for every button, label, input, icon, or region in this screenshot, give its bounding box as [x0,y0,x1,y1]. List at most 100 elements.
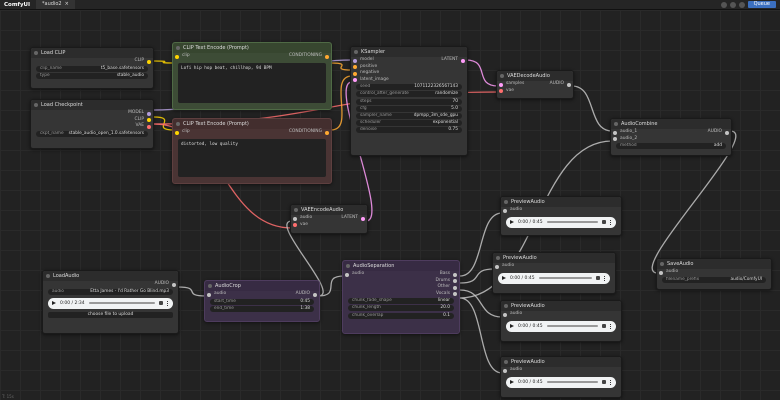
more-icon[interactable] [166,300,170,306]
widget-audio-file[interactable]: audio Etta James - I'd Rather Go Blind.mp… [48,288,173,295]
prompt-textarea[interactable]: Lofi hip hop beat, chillhop, 94 BPM [178,62,326,103]
node-title[interactable]: PreviewAudio [501,357,621,367]
volume-icon[interactable] [158,301,163,306]
node-title[interactable]: VAEDecodeAudio [497,71,573,81]
input-audio[interactable]: audio [493,263,615,270]
node-save-audio[interactable]: SaveAudio audio filename_prefix audio/Com… [656,258,772,290]
node-title[interactable]: PreviewAudio [493,253,615,263]
node-title[interactable]: LoadAudio [43,271,178,281]
more-icon[interactable] [603,275,607,281]
widget-seed[interactable]: seed 1071122326567143 [356,84,462,91]
prompt-textarea[interactable]: distorted, low quality [178,138,326,177]
node-title[interactable]: AudioCrop [205,281,319,291]
seek-bar[interactable] [88,302,155,304]
widget-denoise[interactable]: denoise 0.75 [356,127,462,134]
input-audio[interactable]: audio [501,367,621,374]
widget-end-time[interactable]: end_time 1:38 [210,305,314,312]
play-icon[interactable] [510,324,514,328]
audio-player[interactable]: 0:00 / 0:45 [498,272,610,284]
input-audio-2[interactable]: audio_2 [611,136,731,143]
input-audio[interactable]: audio [657,269,771,276]
widget-filename-prefix[interactable]: filename_prefix audio/ComfyUI [662,276,766,283]
widget-start-time[interactable]: start_time 0:45 [210,298,314,305]
widget-ckpt-name[interactable]: ckpt_name stable_audio_open_1.0.safetenso… [36,130,148,137]
node-audio-crop[interactable]: AudioCrop audio AUDIO start_time 0:45 end_… [204,280,320,322]
widget-chunk-fade-shape[interactable]: chunk_fade_shape linear [348,298,454,305]
widget-sampler-name[interactable]: sampler_name dpmpp_3m_sde_gpu [356,112,462,119]
widget-chunk-overlap[interactable]: chunk_overlap 0.1 [348,312,454,319]
widget-type[interactable]: type stable_audio [36,72,148,79]
seek-bar[interactable] [538,277,592,279]
input-clip[interactable]: clip CONDITIONING [173,53,331,60]
input-audio[interactable]: audio AUDIO [205,291,319,298]
node-title[interactable]: PreviewAudio [501,301,621,311]
volume-icon[interactable] [601,220,606,224]
volume-icon[interactable] [601,380,606,384]
node-title[interactable]: Load Checkpoint [31,100,153,110]
output-audio[interactable]: AUDIO [43,281,178,288]
play-icon[interactable] [510,380,514,384]
play-icon[interactable] [502,276,506,280]
node-load-checkpoint[interactable]: Load Checkpoint MODEL CLIP VAE ckpt_name… [30,99,154,149]
node-title[interactable]: AudioSeparation [343,261,459,271]
upload-button[interactable]: choose file to upload [48,311,173,318]
node-clip-text-encode-positive[interactable]: CLIP Text Encode (Prompt) clip CONDITIONI… [172,42,332,110]
input-vae[interactable]: vae [497,88,573,95]
more-icon[interactable] [609,379,613,385]
node-preview-audio-4[interactable]: PreviewAudio audio 0:00 / 0:45 [500,356,622,398]
output-clip[interactable]: CLIP [31,58,153,65]
node-preview-audio-3[interactable]: PreviewAudio audio 0:00 / 0:45 [500,300,622,342]
close-icon[interactable]: × [65,1,69,8]
node-title[interactable]: Load CLIP [31,48,153,58]
queue-button[interactable]: Queue [747,1,776,8]
seek-bar[interactable] [546,325,598,327]
node-title[interactable]: PreviewAudio [501,197,621,207]
node-ksampler[interactable]: KSampler model LATENT positive negative l… [350,46,468,156]
node-load-audio[interactable]: LoadAudio AUDIO audio Etta James - I'd Ra… [42,270,179,334]
play-icon[interactable] [510,220,514,224]
widget-chunk-length[interactable]: chunk_length 20.0 [348,305,454,312]
input-vae[interactable]: vae [291,222,367,229]
seek-bar[interactable] [546,381,598,383]
play-icon[interactable] [52,301,56,306]
output-vocals[interactable]: Vocals [343,291,459,298]
history-icon[interactable] [729,1,736,8]
audio-player[interactable]: 0:00 / 0:45 [506,376,616,388]
audio-player[interactable]: 0:00 / 2:34 [48,297,173,309]
node-audio-combine[interactable]: AudioCombine audio_1 AUDIO audio_2 method… [610,118,732,156]
node-title[interactable]: SaveAudio [657,259,771,269]
node-clip-text-encode-negative[interactable]: CLIP Text Encode (Prompt) clip CONDITIONI… [172,118,332,184]
audio-player[interactable]: 0:00 / 0:45 [506,320,616,332]
node-title[interactable]: KSampler [351,47,467,57]
widget-method[interactable]: method add [616,143,726,150]
workflow-tab[interactable]: *audio2 × [36,0,75,9]
more-icon[interactable] [609,323,613,329]
node-load-clip[interactable]: Load CLIP CLIP clip_name t5_base.safetens… [30,47,154,89]
manager-icon[interactable] [738,1,745,8]
node-preview-audio-2[interactable]: PreviewAudio audio 0:00 / 0:45 [492,252,616,294]
node-audio-separation[interactable]: AudioSeparation audio Bass Drums Other Vo… [342,260,460,334]
node-title[interactable]: VAEEncodeAudio [291,205,367,215]
widget-clip-name[interactable]: clip_name t5_base.safetensors [36,65,148,72]
input-clip[interactable]: clip CONDITIONING [173,129,331,136]
node-vae-encode-audio[interactable]: VAEEncodeAudio audio LATENT vae [290,204,368,234]
settings-icon[interactable] [720,1,727,8]
node-vae-decode-audio[interactable]: VAEDecodeAudio samples AUDIO vae [496,70,574,99]
node-title[interactable]: CLIP Text Encode (Prompt) [173,119,331,129]
input-audio[interactable]: audio [501,207,621,214]
input-latent-image[interactable]: latent_image [351,77,467,84]
node-preview-audio-1[interactable]: PreviewAudio audio 0:00 / 0:45 [500,196,622,236]
input-audio[interactable]: audio [501,311,621,318]
widget-cfg[interactable]: cfg 5.0 [356,105,462,112]
more-icon[interactable] [609,219,613,225]
widget-control-after-generate[interactable]: control_after_generate randomize [356,91,462,98]
seek-bar[interactable] [546,221,598,223]
node-title[interactable]: AudioCombine [611,119,731,129]
volume-icon[interactable] [601,324,606,328]
output-vae[interactable]: VAE [31,123,153,130]
audio-player[interactable]: 0:00 / 0:45 [506,216,616,228]
widget-scheduler[interactable]: scheduler exponential [356,120,462,127]
widget-steps[interactable]: steps 70 [356,98,462,105]
volume-icon[interactable] [595,276,600,280]
node-title[interactable]: CLIP Text Encode (Prompt) [173,43,331,53]
